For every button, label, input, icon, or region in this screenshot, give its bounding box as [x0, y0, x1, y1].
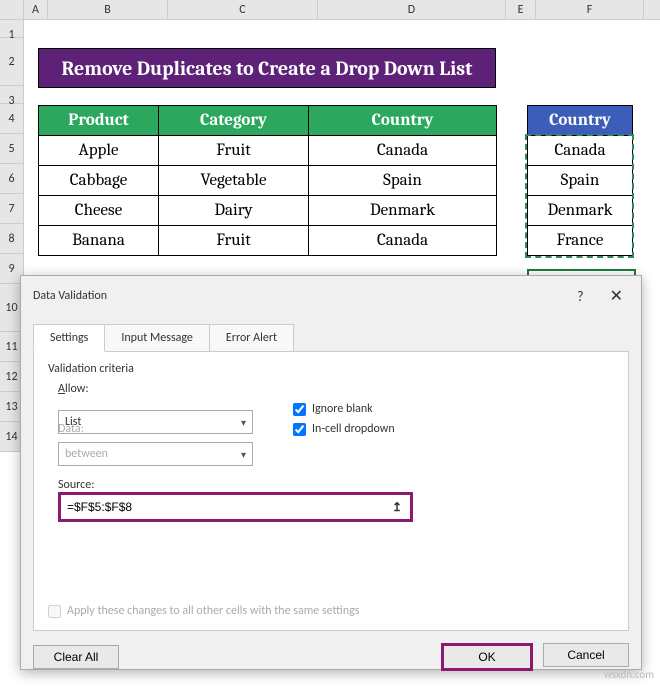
allow-label: Allow:	[58, 382, 258, 396]
cell[interactable]: Canada	[528, 136, 633, 166]
col-c[interactable]: C	[168, 0, 318, 19]
apply-changes-checkbox: Apply these changes to all other cells w…	[48, 604, 359, 618]
cell[interactable]: Denmark	[528, 196, 633, 226]
cell[interactable]: Spain	[528, 166, 633, 196]
cell[interactable]: Cabbage	[39, 166, 159, 196]
close-icon[interactable]: ✕	[604, 286, 629, 306]
data-dropdown: between ▾	[58, 442, 253, 466]
validation-criteria-label: Validation criteria	[48, 362, 614, 376]
cell[interactable]: Apple	[39, 136, 159, 166]
ignore-blank-input[interactable]	[293, 403, 306, 416]
row-3[interactable]: 3	[0, 86, 24, 104]
column-headers: A B C D E F	[0, 0, 660, 20]
col-b[interactable]: B	[48, 0, 168, 19]
dialog-tabs: Settings Input Message Error Alert	[33, 324, 629, 352]
cell[interactable]: Spain	[309, 166, 497, 196]
col-f[interactable]: F	[536, 0, 644, 19]
country-table: Country Canada Spain Denmark France	[527, 105, 633, 256]
cell[interactable]: Dairy	[159, 196, 309, 226]
chevron-down-icon: ▾	[241, 448, 246, 461]
dialog-title: Data Validation	[33, 289, 577, 303]
cell[interactable]: Banana	[39, 226, 159, 256]
header-country[interactable]: Country	[309, 106, 497, 136]
row-6[interactable]: 6	[0, 164, 24, 194]
source-input[interactable]	[65, 498, 388, 516]
dialog-buttons: Clear All OK Cancel	[21, 643, 641, 685]
cell[interactable]: Denmark	[309, 196, 497, 226]
col-e[interactable]: E	[506, 0, 536, 19]
data-table: Product Category Country AppleFruitCanad…	[38, 105, 497, 256]
col-a[interactable]: A	[24, 0, 48, 19]
col-d[interactable]: D	[318, 0, 506, 19]
tab-error-alert[interactable]: Error Alert	[209, 324, 294, 352]
in-cell-dropdown-checkbox[interactable]: In-cell dropdown	[293, 422, 395, 436]
cell[interactable]: Cheese	[39, 196, 159, 226]
row-1[interactable]: 1	[0, 20, 24, 38]
row-4[interactable]: 4	[0, 104, 24, 134]
cell[interactable]: Vegetable	[159, 166, 309, 196]
help-button[interactable]: ?	[577, 288, 584, 305]
in-cell-dropdown-input[interactable]	[293, 423, 306, 436]
source-label: Source:	[58, 478, 614, 492]
cell[interactable]: Fruit	[159, 226, 309, 256]
data-validation-dialog: Data Validation ? ✕ Settings Input Messa…	[20, 275, 642, 670]
cell[interactable]: Canada	[309, 136, 497, 166]
apply-changes-input	[48, 605, 61, 618]
header-category[interactable]: Category	[159, 106, 309, 136]
data-value: between	[65, 447, 108, 461]
cell[interactable]: France	[528, 226, 633, 256]
header-country2[interactable]: Country	[528, 106, 633, 136]
tab-body: Validation criteria Allow: List ▾ Ignore…	[33, 351, 629, 631]
data-label: Data:	[58, 422, 258, 436]
watermark: wsxdn.com	[604, 668, 654, 681]
cell[interactable]: Fruit	[159, 136, 309, 166]
row-5[interactable]: 5	[0, 134, 24, 164]
cell[interactable]: Canada	[309, 226, 497, 256]
row-8[interactable]: 8	[0, 224, 24, 254]
row-2[interactable]: 2	[0, 38, 24, 86]
tab-input-message[interactable]: Input Message	[104, 324, 210, 352]
ok-button[interactable]: OK	[441, 643, 533, 671]
tab-settings[interactable]: Settings	[33, 324, 105, 352]
source-field-wrapper: ↥	[58, 492, 413, 522]
cancel-button[interactable]: Cancel	[543, 643, 629, 667]
ignore-blank-checkbox[interactable]: Ignore blank	[293, 402, 395, 416]
title-banner: Remove Duplicates to Create a Drop Down …	[38, 48, 496, 88]
clear-all-button[interactable]: Clear All	[33, 645, 119, 669]
collapse-dialog-icon[interactable]: ↥	[388, 500, 406, 515]
header-product[interactable]: Product	[39, 106, 159, 136]
row-7[interactable]: 7	[0, 194, 24, 224]
dialog-titlebar[interactable]: Data Validation ? ✕	[21, 276, 641, 316]
